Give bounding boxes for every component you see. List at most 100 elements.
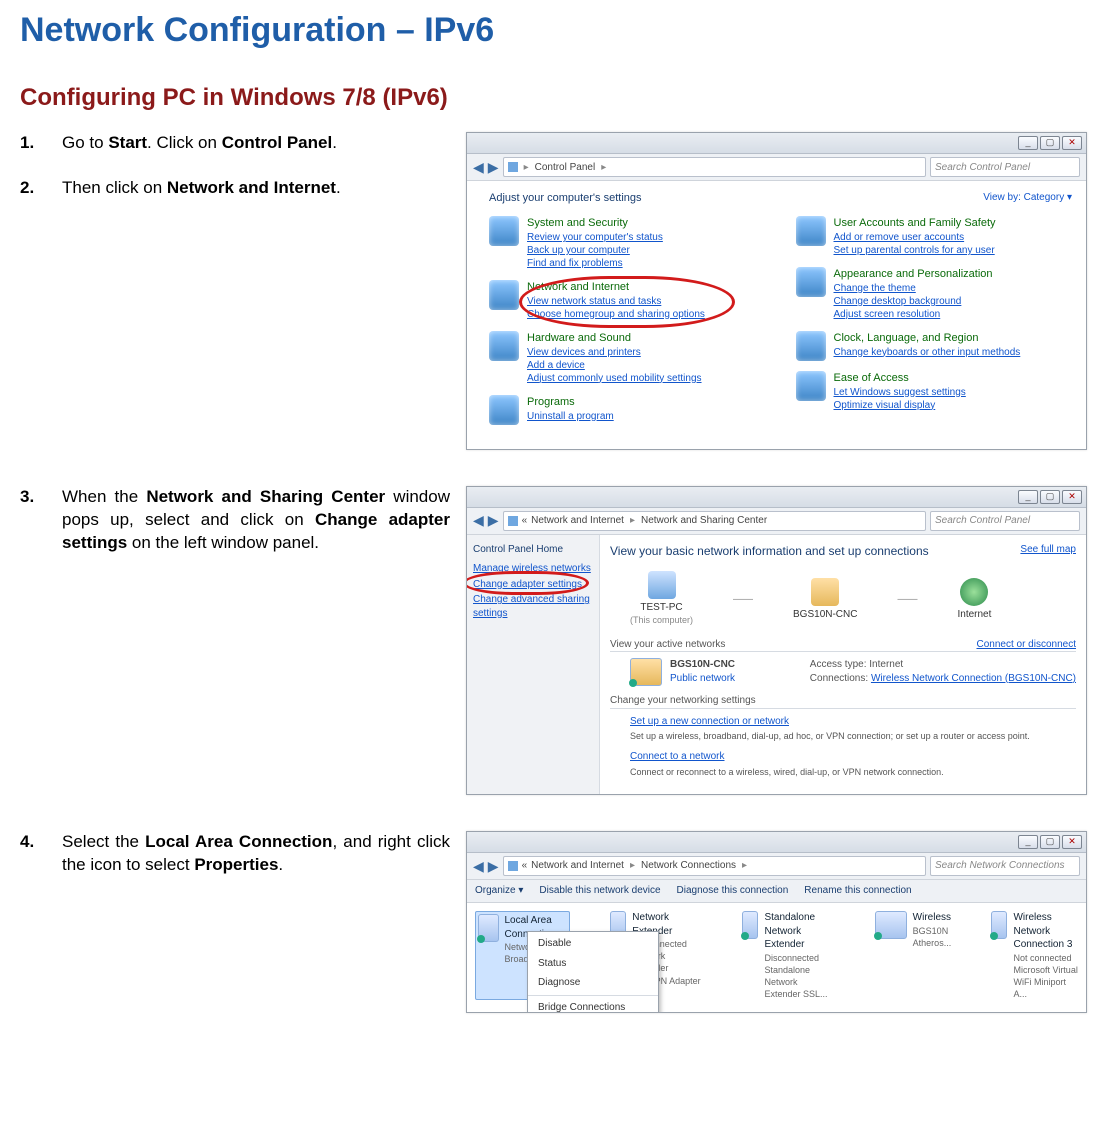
sidebar-link[interactable]: Change advanced sharing settings: [473, 593, 593, 620]
category-link[interactable]: View devices and printers: [527, 346, 702, 359]
control-panel-category[interactable]: User Accounts and Family SafetyAdd or re…: [796, 216, 1073, 257]
search-input[interactable]: Search Network Connections: [930, 856, 1080, 876]
see-full-map-link[interactable]: See full map: [1020, 543, 1076, 567]
forward-icon[interactable]: ▶: [488, 158, 499, 177]
category-heading[interactable]: Ease of Access: [834, 371, 966, 386]
bridge-connections-menu-item[interactable]: Bridge Connections: [528, 998, 658, 1014]
toolbar: Organize ▾ Disable this network device Dia…: [467, 880, 1086, 903]
connect-network-link[interactable]: Connect to a network: [630, 751, 725, 762]
category-heading[interactable]: Clock, Language, and Region: [834, 331, 1021, 346]
highlight-oval: [519, 276, 735, 328]
category-heading[interactable]: Hardware and Sound: [527, 331, 702, 346]
connect-disconnect-link[interactable]: Connect or disconnect: [976, 639, 1076, 650]
connection-link[interactable]: Wireless Network Connection (BGS10N-CNC): [871, 673, 1076, 684]
disable-menu-item[interactable]: Disable: [528, 934, 658, 954]
category-icon: [796, 331, 826, 361]
network-connection-item[interactable]: Wireless Network Connection 3Not connect…: [991, 911, 1080, 1000]
network-connection-item[interactable]: Standalone Network ExtenderDisconnectedS…: [742, 911, 835, 1000]
category-link[interactable]: Adjust commonly used mobility settings: [527, 372, 702, 385]
menu-separator: [528, 995, 658, 996]
maximize-button[interactable]: ▢: [1040, 136, 1060, 150]
network-map: TEST-PC(This computer) —— BGS10N-CNC —— …: [630, 571, 1076, 628]
control-panel-category[interactable]: Clock, Language, and RegionChange keyboa…: [796, 331, 1073, 361]
category-heading[interactable]: System and Security: [527, 216, 663, 231]
back-icon[interactable]: ◀: [473, 158, 484, 177]
breadcrumb[interactable]: « Network and Internet Network and Shari…: [503, 511, 926, 531]
category-link[interactable]: Back up your computer: [527, 244, 663, 257]
breadcrumb[interactable]: Control Panel: [503, 157, 926, 177]
toolbar-item[interactable]: Disable this network device: [539, 884, 660, 898]
forward-icon[interactable]: ▶: [488, 511, 499, 530]
category-link[interactable]: Find and fix problems: [527, 257, 663, 270]
category-link[interactable]: Set up parental controls for any user: [834, 244, 996, 257]
search-input[interactable]: Search Control Panel: [930, 511, 1080, 531]
computer-icon: [648, 571, 676, 599]
category-link[interactable]: Change the theme: [834, 282, 993, 295]
category-icon: [796, 216, 826, 246]
category-link[interactable]: Adjust screen resolution: [834, 308, 993, 321]
category-link[interactable]: Optimize visual display: [834, 399, 966, 412]
search-input[interactable]: Search Control Panel: [930, 157, 1080, 177]
category-icon: [489, 395, 519, 425]
close-button[interactable]: ✕: [1062, 136, 1082, 150]
forward-icon[interactable]: ▶: [488, 857, 499, 876]
step-number: 4.: [20, 831, 62, 877]
toolbar-item[interactable]: Diagnose this connection: [677, 884, 789, 898]
back-icon[interactable]: ◀: [473, 857, 484, 876]
toolbar-item[interactable]: Rename this connection: [804, 884, 911, 898]
maximize-button[interactable]: ▢: [1040, 490, 1060, 504]
category-link[interactable]: Review your computer's status: [527, 231, 663, 244]
close-button[interactable]: ✕: [1062, 490, 1082, 504]
view-by-dropdown[interactable]: View by: Category ▾: [983, 191, 1072, 206]
toolbar-item[interactable]: Organize ▾: [475, 884, 523, 898]
window-titlebar: _ ▢ ✕: [467, 133, 1086, 154]
screenshot-control-panel: _ ▢ ✕ ◀ ▶ Control Panel Search Control P…: [466, 132, 1087, 449]
control-panel-category[interactable]: Network and InternetView network status …: [489, 280, 766, 321]
diagnose-menu-item[interactable]: Diagnose: [528, 973, 658, 993]
control-panel-category[interactable]: Hardware and SoundView devices and print…: [489, 331, 766, 385]
control-panel-category[interactable]: System and SecurityReview your computer'…: [489, 216, 766, 270]
screenshot-network-sharing: _ ▢ ✕ ◀ ▶ « Network and Internet Network…: [466, 486, 1087, 795]
adjust-heading: Adjust your computer's settings: [489, 191, 642, 206]
close-button[interactable]: ✕: [1062, 835, 1082, 849]
sidebar-heading: Control Panel Home: [473, 543, 593, 557]
category-link[interactable]: Change keyboards or other input methods: [834, 346, 1021, 359]
control-panel-icon: [508, 861, 518, 871]
minimize-button[interactable]: _: [1018, 136, 1038, 150]
router-icon: [811, 578, 839, 606]
setup-connection-link[interactable]: Set up a new connection or network: [630, 716, 789, 727]
category-icon: [489, 331, 519, 361]
control-panel-category[interactable]: Ease of AccessLet Windows suggest settin…: [796, 371, 1073, 412]
minimize-button[interactable]: _: [1018, 490, 1038, 504]
step-number: 3.: [20, 486, 62, 555]
connection-icon: [991, 911, 1007, 939]
category-heading[interactable]: User Accounts and Family Safety: [834, 216, 996, 231]
back-icon[interactable]: ◀: [473, 511, 484, 530]
category-icon: [489, 280, 519, 310]
category-link[interactable]: Uninstall a program: [527, 410, 614, 423]
page-title: Network Configuration – IPv6: [20, 8, 1087, 54]
connection-icon: [478, 914, 499, 942]
breadcrumb[interactable]: « Network and Internet Network Connectio…: [503, 856, 926, 876]
network-connection-item[interactable]: WirelessBGS10NAtheros...: [875, 911, 952, 1000]
step-body: Then click on Network and Internet.: [62, 177, 450, 200]
step-body: Select the Local Area Connection, and ri…: [62, 831, 450, 877]
category-icon: [796, 371, 826, 401]
status-menu-item[interactable]: Status: [528, 954, 658, 974]
step-body: Go to Start. Click on Control Panel.: [62, 132, 450, 155]
category-link[interactable]: Let Windows suggest settings: [834, 386, 966, 399]
category-link[interactable]: Change desktop background: [834, 295, 993, 308]
network-icon: [630, 658, 662, 686]
category-link[interactable]: Add a device: [527, 359, 702, 372]
control-panel-category[interactable]: Appearance and PersonalizationChange the…: [796, 267, 1073, 321]
globe-icon: [960, 578, 988, 606]
category-heading[interactable]: Programs: [527, 395, 614, 410]
screenshot-network-connections: _ ▢ ✕ ◀ ▶ « Network and Internet Network…: [466, 831, 1087, 1013]
category-heading[interactable]: Appearance and Personalization: [834, 267, 993, 282]
control-panel-category[interactable]: ProgramsUninstall a program: [489, 395, 766, 425]
minimize-button[interactable]: _: [1018, 835, 1038, 849]
category-link[interactable]: Add or remove user accounts: [834, 231, 996, 244]
category-icon: [796, 267, 826, 297]
maximize-button[interactable]: ▢: [1040, 835, 1060, 849]
control-panel-icon: [508, 162, 518, 172]
